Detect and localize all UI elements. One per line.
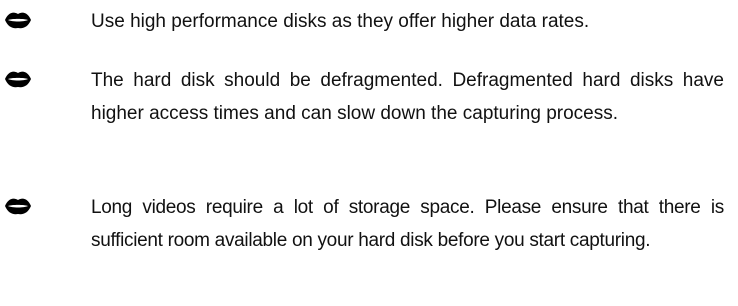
lips-bullet-icon xyxy=(4,197,32,215)
lips-bullet-icon xyxy=(4,70,32,88)
bullet-text: Use high performance disks as they offer… xyxy=(91,11,590,32)
lips-bullet-icon xyxy=(4,11,32,29)
bullet-text: Long videos require a lot of storage spa… xyxy=(91,197,724,251)
bullet-text: The hard disk should be defragmented. De… xyxy=(91,70,724,124)
